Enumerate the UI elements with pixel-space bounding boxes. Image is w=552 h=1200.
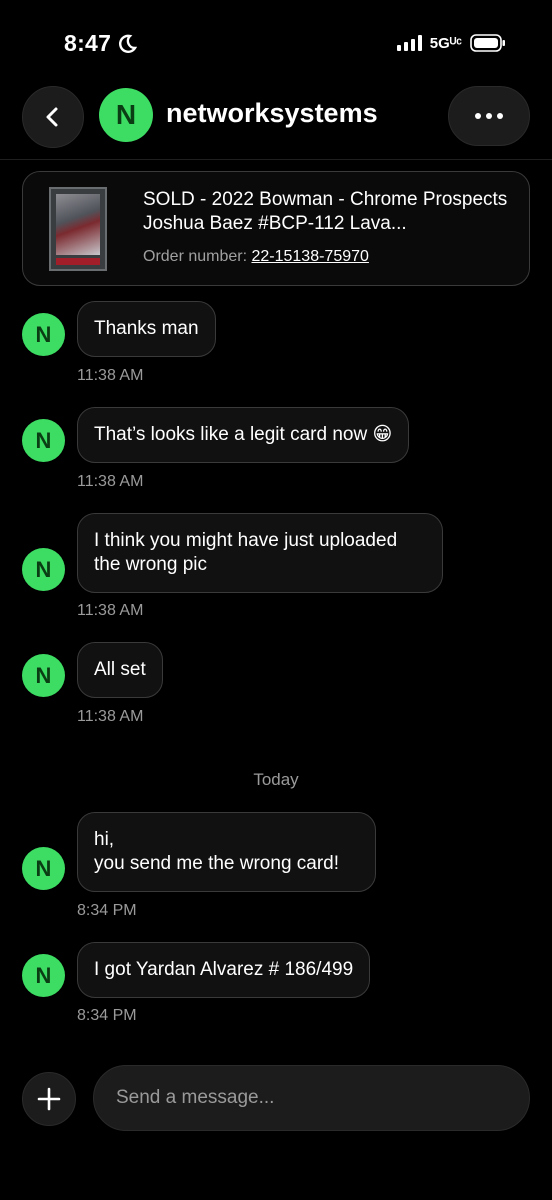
message-bubble: That’s looks like a legit card now 😁	[77, 407, 410, 463]
message-bubble: I got Yardan Alvarez # 186/499	[77, 942, 371, 998]
message-time: 11:38 AM	[77, 473, 144, 490]
order-number-label: Order number:	[143, 248, 252, 265]
message-bubble: hi, you send me the wrong card!	[77, 812, 376, 892]
battery-icon	[470, 34, 505, 52]
order-card[interactable]: SOLD - 2022 Bowman - Chrome Prospects Jo…	[22, 171, 530, 286]
message-input[interactable]	[93, 1065, 530, 1131]
status-bar: 8:47 5Gᵁᶜ	[0, 0, 552, 80]
message-time: 8:34 PM	[77, 902, 137, 919]
order-item-title: SOLD - 2022 Bowman - Chrome Prospects Jo…	[143, 189, 508, 234]
message-time: 11:38 AM	[77, 602, 144, 619]
message-bubble: All set	[77, 642, 163, 698]
message-avatar[interactable]: N	[22, 419, 65, 462]
order-number-link[interactable]: 22-15138-75970	[251, 248, 368, 265]
message-text: I think you might have just uploaded the…	[94, 530, 398, 575]
status-indicators: 5Gᵁᶜ	[396, 34, 506, 52]
message-avatar[interactable]: N	[22, 847, 65, 890]
message-bubble: I think you might have just uploaded the…	[77, 513, 443, 593]
message-text: That’s looks like a legit card now 😁	[94, 424, 393, 445]
day-divider: Today	[253, 770, 299, 789]
chevron-left-icon	[46, 107, 58, 127]
message-time: 11:38 AM	[77, 367, 144, 384]
contact-name[interactable]: networksystems	[166, 98, 378, 129]
more-dot-icon	[475, 113, 481, 119]
message-text: All set	[94, 659, 146, 680]
plus-icon	[37, 1087, 61, 1111]
message-text: hi, you send me the wrong card!	[94, 829, 340, 874]
message-avatar[interactable]: N	[22, 954, 65, 997]
status-time-text: 8:47	[64, 30, 112, 56]
message-text: Thanks man	[94, 318, 199, 339]
more-options-button[interactable]	[448, 86, 530, 146]
message-text: I got Yardan Alvarez # 186/499	[94, 959, 354, 980]
more-dot-icon	[486, 113, 492, 119]
message-avatar[interactable]: N	[22, 654, 65, 697]
signal-icon	[396, 35, 422, 51]
message-time: 8:34 PM	[77, 1007, 137, 1024]
more-dot-icon	[497, 113, 503, 119]
order-number-row: Order number: 22-15138-75970	[143, 248, 369, 266]
message-avatar[interactable]: N	[22, 313, 65, 356]
contact-avatar[interactable]: N	[99, 88, 153, 142]
back-button[interactable]	[22, 86, 84, 148]
message-bubble: Thanks man	[77, 301, 216, 357]
conversation-header: N networksystems	[0, 84, 552, 160]
status-time: 8:47	[64, 30, 138, 57]
message-time: 11:38 AM	[77, 708, 144, 725]
item-thumbnail[interactable]	[49, 187, 107, 271]
network-label: 5Gᵁᶜ	[429, 34, 462, 52]
add-attachment-button[interactable]	[22, 1072, 76, 1126]
moon-icon	[119, 34, 138, 53]
message-avatar[interactable]: N	[22, 548, 65, 591]
